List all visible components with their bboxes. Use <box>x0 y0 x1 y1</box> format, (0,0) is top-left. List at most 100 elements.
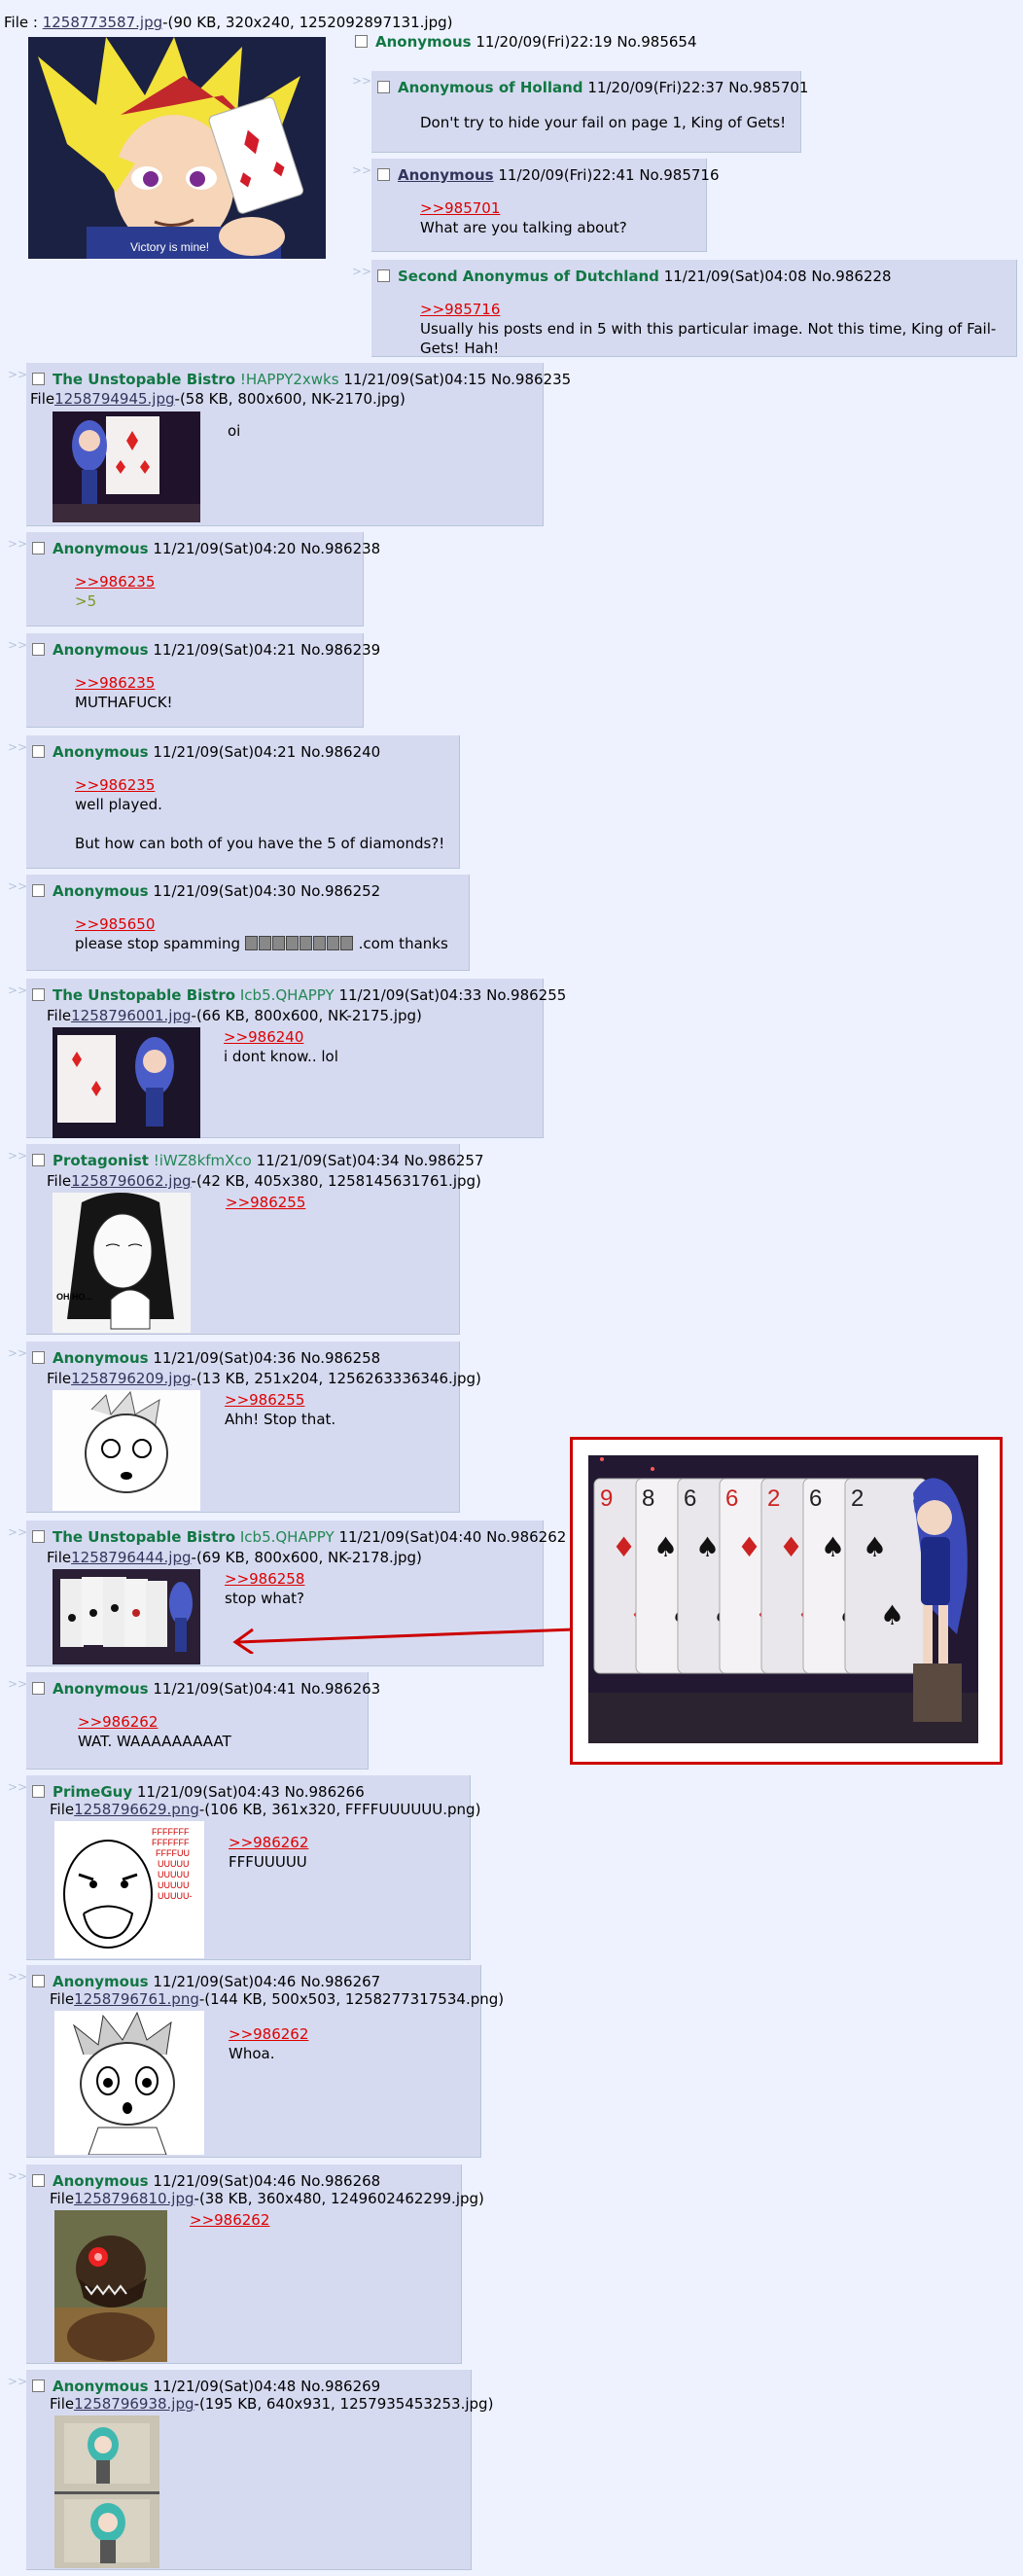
post-number[interactable]: No.986267 <box>300 1973 380 1990</box>
quote-link[interactable]: >>985716 <box>420 300 1016 319</box>
post-checkbox[interactable] <box>32 373 45 385</box>
poster-name: Anonymous <box>53 540 149 557</box>
thumbnail-konata-cards-spread[interactable] <box>53 1569 200 1664</box>
poster-name: The Unstopable Bistro <box>53 986 236 1004</box>
post-text: Ahh! Stop that. <box>225 1411 336 1428</box>
post-checkbox[interactable] <box>32 1351 45 1364</box>
poster-name: Protagonist <box>53 1152 149 1169</box>
post-checkbox[interactable] <box>32 1154 45 1166</box>
file-label: File <box>50 2190 75 2207</box>
post-number[interactable]: No.986240 <box>300 743 380 761</box>
post-text: Don't try to hide your fail on page 1, K… <box>420 114 787 131</box>
thumbnail-yotsuba-shocked[interactable] <box>53 1390 200 1511</box>
file-link[interactable]: 1258796062.jpg <box>71 1172 191 1190</box>
file-info: -(66 KB, 800x600, NK-2175.jpg) <box>191 1007 422 1024</box>
poster-name-link[interactable]: Anonymous <box>398 166 494 184</box>
thumbnail-manga-girl[interactable]: OH HO... <box>53 1193 191 1333</box>
quote-link[interactable]: >>986255 <box>225 1390 335 1410</box>
thumbnail-miku-figures[interactable] <box>54 2415 159 2568</box>
quote-link[interactable]: >>986235 <box>75 673 173 693</box>
thumbnail-creature[interactable] <box>54 2210 167 2362</box>
post-datetime: 11/21/09(Sat)04:21 <box>153 641 297 659</box>
file-link[interactable]: 1258796209.jpg <box>71 1370 191 1387</box>
post-datetime: 11/21/09(Sat)04:15 <box>343 371 487 388</box>
file-link[interactable]: 1258796444.jpg <box>71 1549 191 1566</box>
post-number[interactable]: No.986269 <box>300 2378 380 2395</box>
post-checkbox[interactable] <box>32 1530 45 1543</box>
reply-arrows: >> <box>8 2375 28 2388</box>
op-file-link[interactable]: 1258773587.jpg <box>43 14 162 31</box>
post-number[interactable]: No.986266 <box>285 1783 365 1801</box>
poster-name: Anonymous of Holland <box>398 79 583 96</box>
post-checkbox[interactable] <box>32 988 45 1001</box>
quote-link[interactable]: >>986255 <box>226 1193 305 1212</box>
reply-post-986263: Anonymous 11/21/09(Sat)04:41 No.986263 >… <box>26 1672 380 1770</box>
post-number[interactable]: No.986268 <box>300 2172 380 2190</box>
reply-arrows: >> <box>8 1149 28 1163</box>
file-link[interactable]: 1258794945.jpg <box>54 390 174 408</box>
post-number[interactable]: No.986252 <box>300 882 380 900</box>
file-link[interactable]: 1258796810.jpg <box>74 2190 194 2207</box>
post-datetime: 11/21/09(Sat)04:30 <box>153 882 297 900</box>
quote-link[interactable]: >>986235 <box>75 775 444 795</box>
post-number[interactable]: No.986263 <box>300 1680 380 1698</box>
file-link[interactable]: 1258796761.png <box>74 1990 199 2008</box>
reply-post-986267: Anonymous 11/21/09(Sat)04:46 No.986267 F… <box>26 1965 504 2158</box>
post-number[interactable]: No.986238 <box>300 540 380 557</box>
card-rank: 2 <box>851 1485 864 1512</box>
thumbnail-konata-card-2[interactable] <box>53 1027 200 1138</box>
op-image-yugi[interactable]: Victory is mine! <box>28 37 326 259</box>
post-checkbox[interactable] <box>32 1975 45 1987</box>
post-checkbox[interactable] <box>32 643 45 656</box>
post-number[interactable]: No.986239 <box>300 641 380 659</box>
post-number[interactable]: No.985701 <box>728 79 808 96</box>
file-link[interactable]: 1258796629.png <box>74 1801 199 1818</box>
post-checkbox[interactable] <box>32 884 45 897</box>
censored-glyphs <box>244 935 354 952</box>
thumbnail-konata-card[interactable] <box>53 411 200 522</box>
post-number[interactable]: No.986257 <box>404 1152 483 1169</box>
quote-link[interactable]: >>985701 <box>420 198 627 218</box>
post-checkbox[interactable] <box>32 542 45 555</box>
post-checkbox[interactable] <box>377 81 390 93</box>
post-number[interactable]: No.986228 <box>811 268 891 285</box>
post-number[interactable]: No.985716 <box>639 166 719 184</box>
post-checkbox[interactable] <box>32 1785 45 1798</box>
spam-text-after: .com thanks <box>358 935 448 952</box>
thumbnail-rage-face[interactable]: FFFFFFF FFFFFFF FFFFUU UUUUU UUUUU UUUUU UUUUU… <box>54 1821 204 1958</box>
op-checkbox[interactable] <box>355 35 368 48</box>
post-number[interactable]: No.986258 <box>300 1349 380 1367</box>
file-label: File <box>30 390 55 408</box>
quote-link[interactable]: >>986262 <box>229 2024 308 2044</box>
post-checkbox[interactable] <box>377 168 390 181</box>
file-info: -(42 KB, 405x380, 1258145631761.jpg) <box>191 1172 481 1190</box>
quote-link[interactable]: >>986262 <box>229 1833 308 1852</box>
quote-link[interactable]: >>986258 <box>225 1569 304 1589</box>
card-rank: 9 <box>600 1485 613 1512</box>
post-checkbox[interactable] <box>32 1682 45 1695</box>
reply-post-986240: Anonymous 11/21/09(Sat)04:21 No.986240 >… <box>26 735 460 869</box>
quote-link[interactable]: >>986235 <box>75 572 155 591</box>
quote-link[interactable]: >>986240 <box>224 1027 338 1047</box>
post-number[interactable]: No.986235 <box>491 371 571 388</box>
rage-text: FFFFFFF FFFFFFF FFFFUU UUUUU UUUUU UUUUU UUUUU… <box>152 1827 193 1901</box>
op-post-number[interactable]: No.985654 <box>617 33 696 51</box>
quote-link[interactable]: >>985650 <box>75 914 448 934</box>
op-header: Anonymous 11/20/09(Fri)22:19 No.985654 <box>355 33 697 51</box>
file-link[interactable]: 1258796001.jpg <box>71 1007 191 1024</box>
thumb-art <box>53 1390 200 1511</box>
file-link[interactable]: 1258796938.jpg <box>74 2395 194 2413</box>
post-number[interactable]: No.986255 <box>486 986 566 1004</box>
post-checkbox[interactable] <box>32 745 45 758</box>
thumb-caption: OH HO... <box>56 1292 92 1302</box>
thumbnail-yotsuba-whoa[interactable] <box>54 2011 204 2155</box>
post-checkbox[interactable] <box>32 2379 45 2392</box>
card-suit: ♠ <box>653 1531 678 1563</box>
post-number[interactable]: No.986262 <box>486 1528 566 1546</box>
post-checkbox[interactable] <box>32 2174 45 2187</box>
quote-link[interactable]: >>986262 <box>190 2210 269 2230</box>
thumb-art <box>53 1027 200 1138</box>
post-text: What are you talking about? <box>420 219 627 236</box>
quote-link[interactable]: >>986262 <box>78 1712 231 1732</box>
post-checkbox[interactable] <box>377 269 390 282</box>
